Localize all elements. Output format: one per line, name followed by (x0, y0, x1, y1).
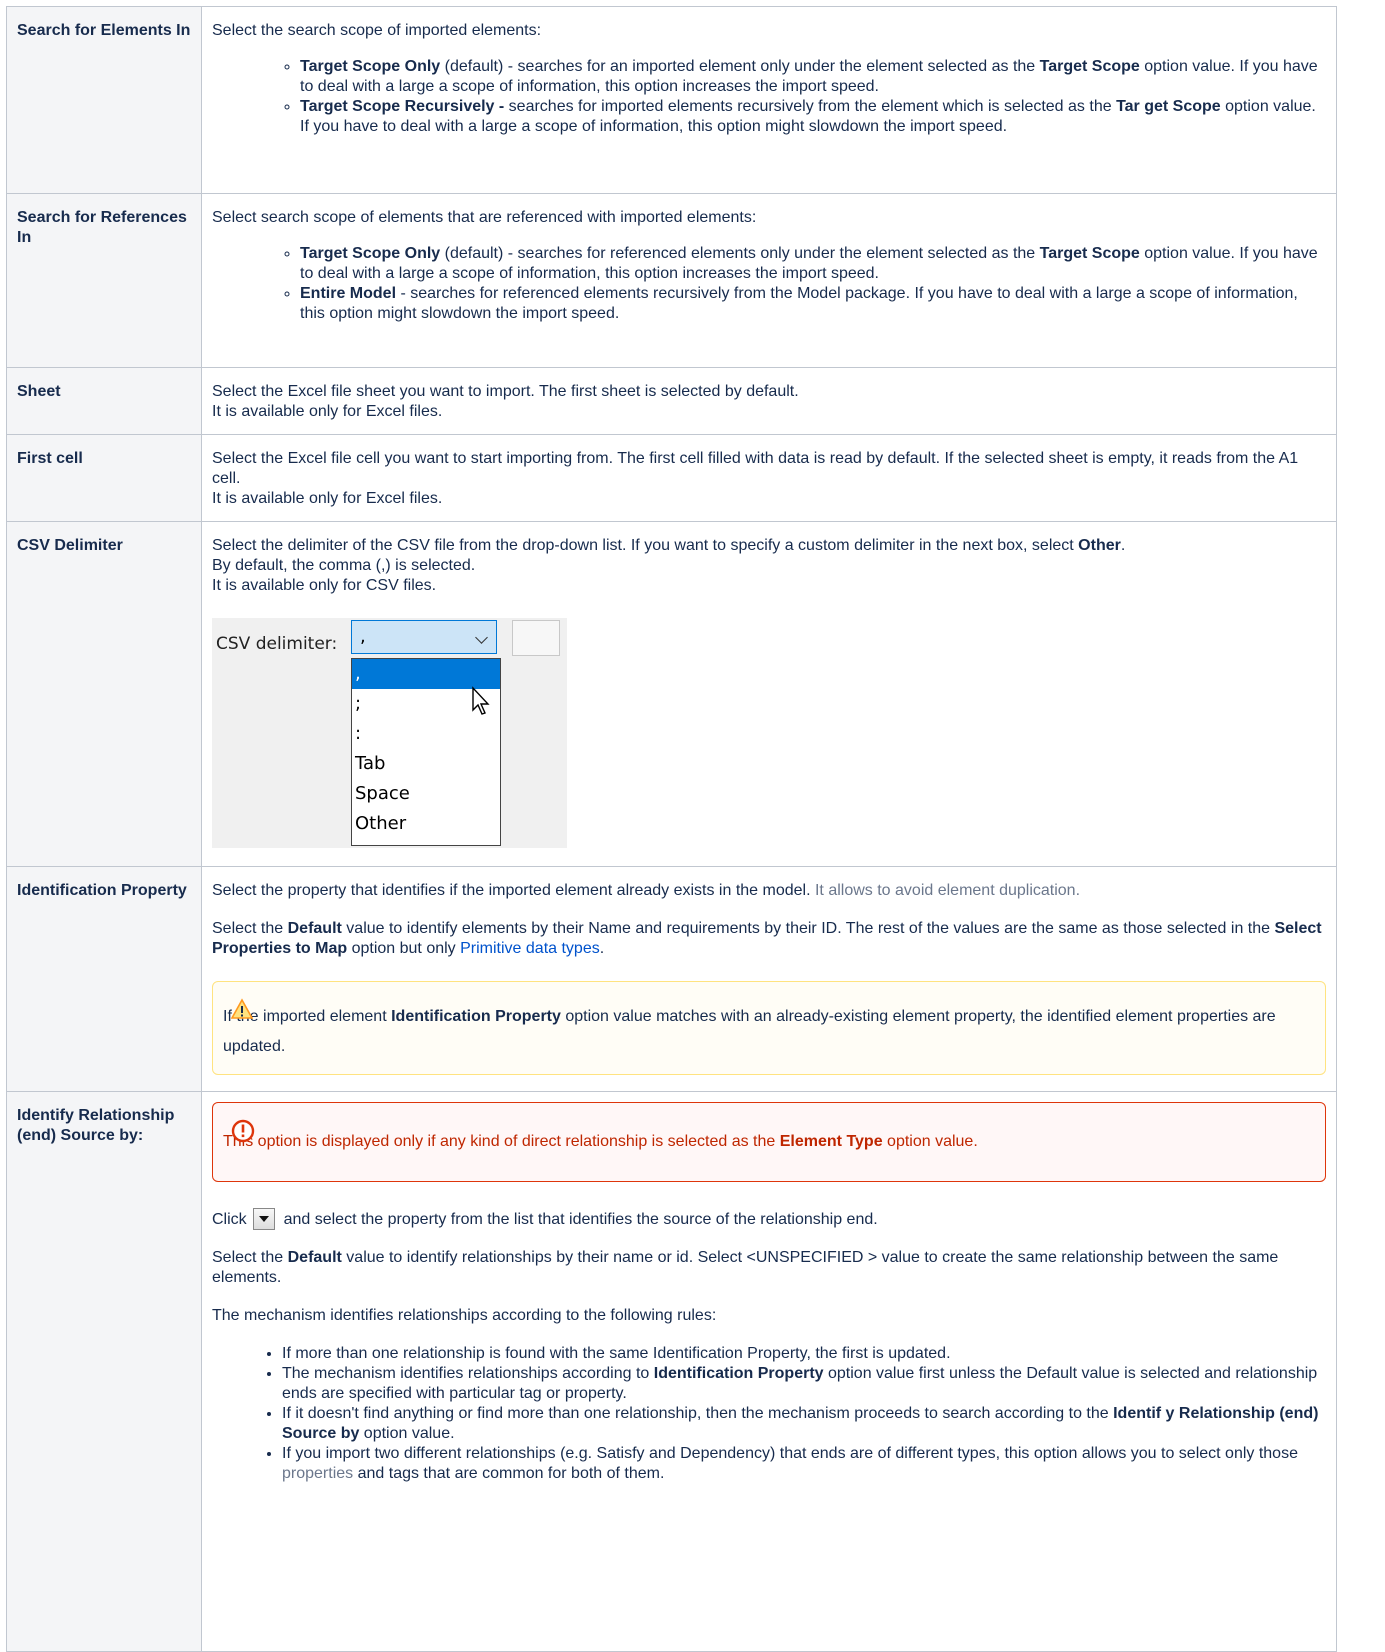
csv-option[interactable]: , (352, 659, 500, 689)
row-key: Sheet (6, 367, 202, 435)
row-first-cell: First cell Select the Excel file cell yo… (6, 434, 1337, 522)
row-value: This option is displayed only if any kin… (201, 1091, 1337, 1652)
list-item: Entire Model - searches for referenced e… (300, 284, 1326, 324)
row-line: It is available only for CSV files. (212, 577, 437, 594)
row-search-elements: Search for Elements In Select the search… (6, 6, 1337, 194)
options-table: Search for Elements In Select the search… (6, 6, 1337, 1652)
row-value: Select the Excel file sheet you want to … (201, 367, 1337, 435)
csv-option[interactable]: Other (352, 809, 500, 839)
list-item: If more than one relationship is found w… (282, 1344, 1326, 1364)
row-identify-relationship: Identify Relationship (end) Source by: T… (6, 1091, 1337, 1652)
row-key: CSV Delimiter (6, 521, 202, 867)
list-item: Target Scope Only (default) - searches f… (300, 57, 1326, 97)
row-search-references: Search for References In Select search s… (6, 193, 1337, 368)
csv-selected-value: , (360, 626, 366, 647)
row-paragraph: The mechanism identifies relationships a… (212, 1307, 717, 1324)
row-line: It is available only for Excel files. (212, 403, 443, 420)
warning-panel: If the imported element Identification P… (212, 981, 1326, 1075)
row-intro: Select search scope of elements that are… (212, 209, 757, 226)
row-intro: Select the search scope of imported elem… (212, 22, 542, 39)
list-item: If you import two different relationship… (282, 1444, 1326, 1484)
list-item: Target Scope Only (default) - searches f… (300, 244, 1326, 284)
row-key: First cell (6, 434, 202, 522)
row-paragraph: Select the property that identifies if t… (212, 882, 1081, 899)
row-line: It is available only for Excel files. (212, 490, 443, 507)
row-value: Select the property that identifies if t… (201, 866, 1337, 1092)
row-key: Search for References In (6, 193, 202, 368)
chevron-down-icon (475, 631, 488, 644)
mouse-cursor-icon (472, 686, 490, 715)
error-panel: This option is displayed only if any kin… (212, 1102, 1326, 1182)
row-paragraph: Click and select the property from the l… (212, 1208, 1326, 1230)
rules-list: If more than one relationship is found w… (212, 1344, 1326, 1484)
row-value: Select the search scope of imported elem… (201, 6, 1337, 194)
row-key: Identify Relationship (end) Source by: (6, 1091, 202, 1652)
scope-list: Target Scope Only (default) - searches f… (212, 244, 1326, 324)
row-paragraph: Select the Default value to identify rel… (212, 1249, 1279, 1286)
csv-option[interactable]: Tab (352, 749, 500, 779)
list-item: If it doesn't find anything or find more… (282, 1404, 1326, 1444)
error-circle-icon (231, 1119, 255, 1143)
row-line: Select the delimiter of the CSV file fro… (212, 537, 1126, 554)
row-key: Identification Property (6, 866, 202, 1092)
row-value: Select search scope of elements that are… (201, 193, 1337, 368)
dropdown-arrow-icon (253, 1208, 276, 1230)
primitive-data-types-link[interactable]: Primitive data types (460, 940, 600, 957)
csv-option[interactable]: : (352, 719, 500, 749)
csv-delimiter-screenshot: CSV delimiter: , , ; : Tab Space Other (212, 618, 567, 848)
row-line: By default, the comma (,) is selected. (212, 557, 476, 574)
row-line: Select the Excel file cell you want to s… (212, 450, 1299, 487)
csv-delimiter-label: CSV delimiter: (216, 634, 338, 654)
row-value: Select the Excel file cell you want to s… (201, 434, 1337, 522)
csv-option[interactable]: Space (352, 779, 500, 809)
row-line: Select the Excel file sheet you want to … (212, 383, 799, 400)
custom-delimiter-input[interactable] (512, 620, 560, 656)
row-sheet: Sheet Select the Excel file sheet you wa… (6, 367, 1337, 435)
list-item: Target Scope Recursively - searches for … (300, 97, 1326, 137)
row-csv-delimiter: CSV Delimiter Select the delimiter of th… (6, 521, 1337, 867)
row-key: Search for Elements In (6, 6, 202, 194)
scope-list: Target Scope Only (default) - searches f… (212, 57, 1326, 137)
row-identification-property: Identification Property Select the prope… (6, 866, 1337, 1092)
row-paragraph: Select the Default value to identify ele… (212, 920, 1322, 957)
csv-delimiter-select[interactable]: , (351, 620, 497, 654)
row-value: Select the delimiter of the CSV file fro… (201, 521, 1337, 867)
warning-triangle-icon (231, 998, 253, 1019)
list-item: The mechanism identifies relationships a… (282, 1364, 1326, 1404)
